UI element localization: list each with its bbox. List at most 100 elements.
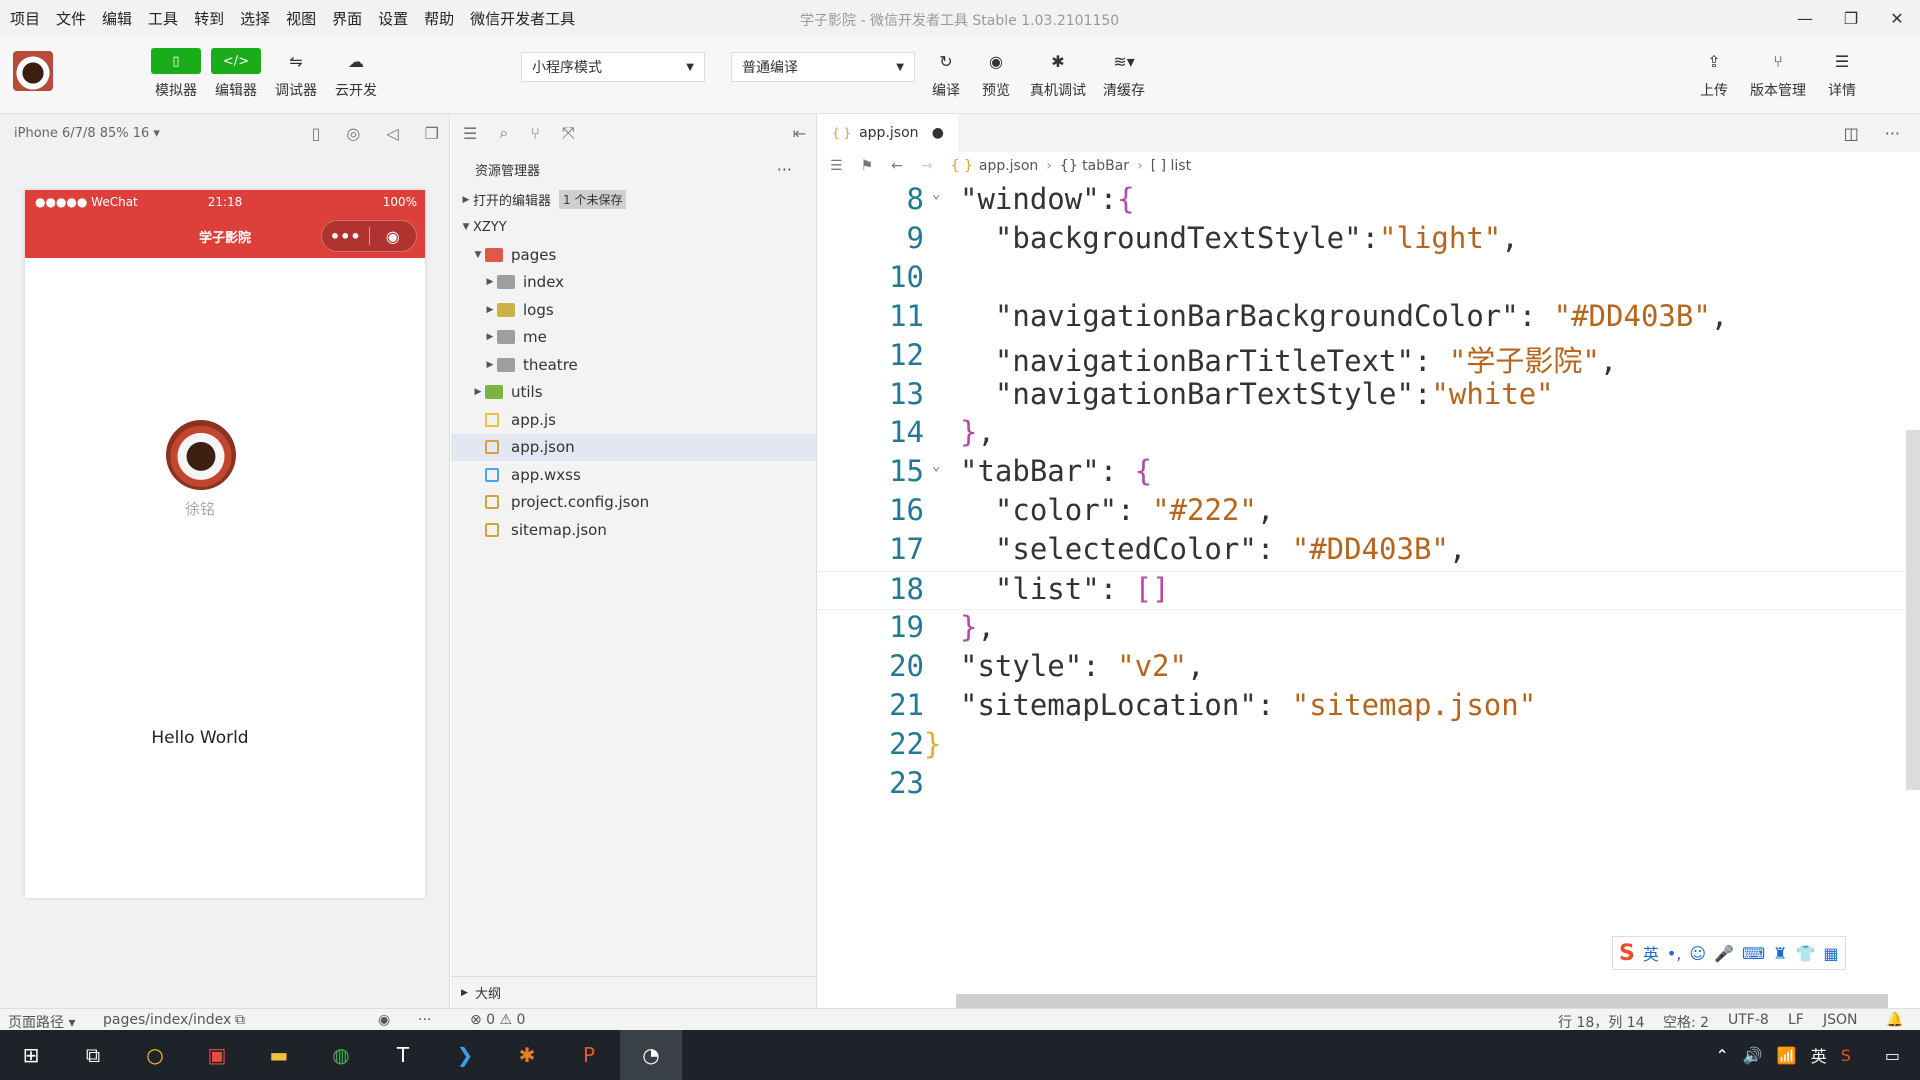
project-root[interactable]: ▼ XZYY (451, 214, 816, 242)
menu-interface[interactable]: 界面 (326, 8, 368, 29)
notification-icon[interactable]: ▭ (1885, 1046, 1900, 1065)
details-button[interactable]: ☰ 详情 (1812, 48, 1872, 100)
git-icon[interactable]: ⑂ (530, 124, 540, 143)
breadcrumb-tabbar[interactable]: {} tabBar (1060, 158, 1129, 174)
file-explorer-icon[interactable]: ▬ (248, 1030, 310, 1080)
code-line[interactable]: 15 ⌄ "tabBar": { (818, 454, 1920, 493)
tree-item[interactable]: project.config.json (451, 489, 816, 517)
app-red-icon[interactable]: ▣ (186, 1030, 248, 1080)
extension-icon[interactable]: ⤧ (562, 123, 575, 143)
wechat-devtools-icon[interactable]: ◔ (620, 1030, 682, 1080)
debugger-button[interactable]: ⇋ 调试器 (266, 48, 326, 100)
record-icon[interactable]: ◎ (346, 124, 360, 143)
upload-button[interactable]: ⇪ 上传 (1684, 48, 1744, 100)
capsule-menu[interactable]: ••• ◉ (321, 220, 417, 252)
wifi-icon[interactable]: 📶 (1777, 1046, 1797, 1065)
sogou-tray-icon[interactable]: S (1841, 1046, 1851, 1065)
menu-help[interactable]: 帮助 (418, 8, 460, 29)
encoding[interactable]: UTF-8 (1728, 1012, 1769, 1028)
powerpoint-icon[interactable]: P (558, 1030, 620, 1080)
chrome-icon[interactable]: ◍ (310, 1030, 372, 1080)
tree-item[interactable]: ▶ theatre (451, 351, 816, 379)
menu-view[interactable]: 视图 (280, 8, 322, 29)
ime-indicator[interactable]: 英 (1811, 1043, 1827, 1067)
tab-app-json[interactable]: { } app.json ● (818, 114, 958, 152)
code-line[interactable]: 11 "navigationBarBackgroundColor": "#DD4… (818, 299, 1920, 338)
code-line[interactable]: 8 ⌄ "window":{ (818, 182, 1920, 221)
menu-edit[interactable]: 编辑 (96, 8, 138, 29)
outline-section[interactable]: ▶ 大纲 (451, 976, 817, 1008)
list-icon[interactable]: ☰ (463, 124, 477, 143)
collapse-panel-icon[interactable]: ⇤ (793, 124, 806, 143)
code-line[interactable]: 20 "style": "v2", (818, 649, 1920, 688)
horizontal-scrollbar[interactable] (956, 994, 1888, 1008)
menu-file[interactable]: 文件 (50, 8, 92, 29)
bell-icon[interactable]: 🔔 (1886, 1012, 1903, 1028)
eye-icon[interactable]: ◉ (378, 1012, 390, 1028)
more-icon[interactable]: ··· (418, 1012, 431, 1028)
minimize-icon[interactable]: — (1782, 0, 1828, 36)
simulator-button[interactable]: ▯ 模拟器 (146, 48, 206, 100)
more-icon[interactable]: ••• (322, 227, 369, 246)
code-line[interactable]: 23 (818, 766, 1920, 805)
code-line[interactable]: 21 "sitemapLocation": "sitemap.json" (818, 688, 1920, 727)
code-line[interactable]: 10 (818, 260, 1920, 299)
copy-icon[interactable]: ⧉ (235, 1012, 245, 1028)
menu-settings[interactable]: 设置 (372, 8, 414, 29)
language-mode[interactable]: JSON (1823, 1012, 1858, 1028)
emoji-icon[interactable]: ☺ (1689, 944, 1706, 963)
tree-item[interactable]: ▶ utils (451, 379, 816, 407)
menu-select[interactable]: 选择 (234, 8, 276, 29)
clear-cache-button[interactable]: ≋▾ 清缓存 (1094, 48, 1154, 100)
list-icon[interactable]: ☰ (830, 158, 843, 174)
tree-item[interactable]: app.wxss (451, 461, 816, 489)
code-line[interactable]: 13 "navigationBarTextStyle":"white" (818, 377, 1920, 416)
more-icon[interactable]: ··· (1885, 124, 1900, 143)
code-line[interactable]: 18 "list": [] (818, 571, 1920, 610)
back-icon[interactable]: ← (891, 158, 903, 174)
problems-count[interactable]: ⊗ 0 ⚠ 0 (470, 1012, 525, 1028)
task-view-icon[interactable]: ⧉ (62, 1030, 124, 1080)
mode-select[interactable]: 小程序模式 ▼ (521, 52, 705, 82)
close-icon[interactable]: ✕ (1874, 0, 1920, 36)
version-button[interactable]: ⑂ 版本管理 (1748, 48, 1808, 100)
page-path-select[interactable]: 页面路径 ▾ (8, 1012, 75, 1032)
grid-icon[interactable]: ▦ (1823, 944, 1838, 963)
code-line[interactable]: 9 "backgroundTextStyle":"light", (818, 221, 1920, 260)
tree-item[interactable]: ▶ me (451, 324, 816, 352)
popout-icon[interactable]: ❐ (425, 124, 439, 143)
code-line[interactable]: 19}, (818, 610, 1920, 649)
windows-start-icon[interactable]: ⊞ (0, 1030, 62, 1080)
vscode-icon[interactable]: ❯ (434, 1030, 496, 1080)
editor-button[interactable]: </> 编辑器 (206, 48, 266, 100)
search-icon[interactable]: ⌕ (499, 123, 508, 143)
vertical-scrollbar[interactable] (1906, 430, 1920, 790)
code-line[interactable]: 14}, (818, 415, 1920, 454)
tree-item[interactable]: ▼ pages (451, 241, 816, 269)
code-line[interactable]: 16 "color": "#222", (818, 493, 1920, 532)
device-debug-button[interactable]: ✱ 真机调试 (1028, 48, 1088, 100)
menu-tools[interactable]: 工具 (142, 8, 184, 29)
ime-language[interactable]: 英 (1643, 941, 1659, 965)
unsaved-dot-icon[interactable]: ● (932, 125, 944, 141)
code-line[interactable]: 22} (818, 727, 1920, 766)
breadcrumb-file[interactable]: app.json (979, 158, 1038, 174)
tree-item[interactable]: app.json (451, 433, 816, 461)
volume-icon[interactable]: 🔊 (1743, 1046, 1763, 1065)
tree-item[interactable]: sitemap.json (451, 516, 816, 544)
breadcrumb-list[interactable]: [ ] list (1151, 158, 1191, 174)
menu-goto[interactable]: 转到 (188, 8, 230, 29)
line-ending[interactable]: LF (1788, 1012, 1804, 1028)
cloud-button[interactable]: ☁ 云开发 (326, 48, 386, 100)
open-editors-section[interactable]: ▶ 打开的编辑器 1 个未保存 (451, 186, 816, 214)
cursor-position[interactable]: 行 18，列 14 (1558, 1012, 1645, 1032)
user-avatar[interactable] (166, 420, 236, 490)
maximize-icon[interactable]: ❐ (1828, 0, 1874, 36)
split-editor-icon[interactable]: ◫ (1844, 124, 1859, 143)
device-select[interactable]: iPhone 6/7/8 85% 16 ▾ (14, 126, 160, 141)
code-line[interactable]: 12 "navigationBarTitleText": "学子影院", (818, 338, 1920, 378)
code-area[interactable]: 8 ⌄ "window":{9 "backgroundTextStyle":"lig… (818, 180, 1920, 980)
app-orange-icon[interactable]: ✱ (496, 1030, 558, 1080)
more-icon[interactable]: ··· (777, 160, 792, 179)
sound-icon[interactable]: ◁ (386, 124, 398, 143)
